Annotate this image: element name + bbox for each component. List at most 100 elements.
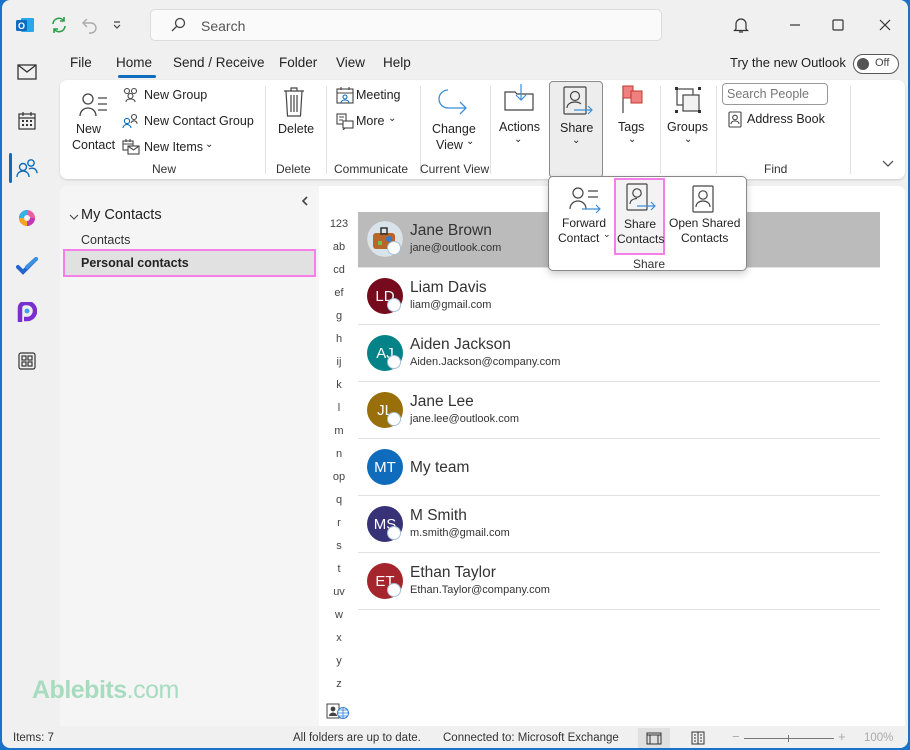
- people-icon[interactable]: [14, 155, 40, 181]
- contact-card[interactable]: ET Ethan Taylor Ethan.Taylor@company.com: [358, 554, 880, 610]
- delete-button[interactable]: Delete: [272, 86, 318, 156]
- contact-email: liam@gmail.com: [410, 299, 492, 311]
- index-letter[interactable]: uv: [319, 586, 359, 598]
- normal-view-button[interactable]: [638, 728, 670, 748]
- index-letter[interactable]: z: [319, 678, 359, 690]
- todo-icon[interactable]: [14, 253, 40, 279]
- zoom-slider[interactable]: − +: [732, 729, 847, 746]
- tab-file[interactable]: File: [70, 55, 92, 70]
- try-new-outlook-toggle[interactable]: Off: [853, 54, 899, 74]
- item-count: Items: 7: [13, 732, 54, 744]
- index-letter[interactable]: l: [319, 402, 359, 414]
- index-letter[interactable]: w: [319, 609, 359, 621]
- title-bar: O Search: [2, 0, 908, 50]
- new-contact-button[interactable]: New Contact: [66, 88, 122, 156]
- groups-button[interactable]: Groups ⌄: [664, 84, 714, 156]
- close-button[interactable]: [874, 14, 896, 36]
- contact-email: jane.lee@outlook.com: [410, 413, 520, 425]
- tab-help[interactable]: Help: [383, 55, 411, 70]
- meeting-button[interactable]: Meeting: [334, 86, 414, 106]
- contact-card[interactable]: JL Jane Lee jane.lee@outlook.com: [358, 383, 880, 439]
- zoom-in-icon[interactable]: +: [838, 729, 846, 744]
- more-apps-icon[interactable]: [14, 348, 40, 374]
- zoom-out-icon[interactable]: −: [732, 729, 740, 744]
- index-letter[interactable]: y: [319, 655, 359, 667]
- change-view-label-2: View: [436, 138, 463, 152]
- index-letter[interactable]: k: [319, 379, 359, 391]
- loop-icon[interactable]: [14, 300, 40, 326]
- index-letter[interactable]: op: [319, 471, 359, 483]
- address-book-button[interactable]: Address Book: [726, 110, 836, 130]
- index-letter[interactable]: cd: [319, 264, 359, 276]
- forward-contact-chevron-icon: ⌄: [603, 229, 611, 239]
- quick-access-dropdown-icon[interactable]: [108, 14, 126, 36]
- contact-card[interactable]: LD Liam Davis liam@gmail.com: [358, 269, 880, 325]
- search-box[interactable]: Search: [150, 9, 662, 41]
- ribbon: New Contact New Group New Contact Group …: [60, 80, 905, 179]
- share-button[interactable]: Share ⌄: [549, 81, 603, 178]
- index-letter[interactable]: ef: [319, 287, 359, 299]
- online-directory-icon[interactable]: [326, 703, 350, 719]
- tab-view[interactable]: View: [336, 55, 365, 70]
- index-letter[interactable]: 123: [319, 218, 359, 230]
- my-contacts-section[interactable]: My Contacts: [68, 206, 268, 228]
- new-group-button[interactable]: New Group: [122, 86, 262, 106]
- minimize-button[interactable]: [784, 14, 806, 36]
- tags-button[interactable]: Tags ⌄: [612, 84, 656, 156]
- collapse-ribbon-icon[interactable]: [878, 154, 898, 174]
- contact-card[interactable]: AJ Aiden Jackson Aiden.Jackson@company.com: [358, 326, 880, 382]
- mail-icon[interactable]: [14, 59, 40, 85]
- copilot-icon[interactable]: [14, 205, 40, 231]
- forward-contact-button[interactable]: Forward Contact ⌄: [553, 183, 615, 247]
- share-label: Share: [560, 121, 594, 135]
- presence-status-icon: [387, 355, 401, 369]
- undo-icon[interactable]: [78, 13, 102, 37]
- maximize-button[interactable]: [827, 14, 849, 36]
- share-contacts-label-2: Contacts: [617, 232, 665, 246]
- more-button[interactable]: More ⌄: [334, 112, 414, 132]
- group-label-current-view: Current View: [420, 162, 490, 176]
- share-dropdown-menu: Forward Contact ⌄ Share Contacts Open Sh…: [548, 176, 747, 271]
- contact-card[interactable]: MS M Smith m.smith@gmail.com: [358, 497, 880, 553]
- index-letter[interactable]: ab: [319, 241, 359, 253]
- search-people-input[interactable]: Search People: [722, 83, 828, 105]
- nav-item-contacts[interactable]: Contacts: [80, 232, 300, 250]
- index-letter[interactable]: g: [319, 310, 359, 322]
- index-letter[interactable]: x: [319, 632, 359, 644]
- notification-bell-icon[interactable]: [730, 14, 752, 36]
- sync-icon[interactable]: [47, 13, 71, 37]
- collapse-pane-icon[interactable]: [298, 194, 312, 208]
- presence-status-icon: [387, 526, 401, 540]
- tab-home[interactable]: Home: [116, 55, 152, 70]
- index-letter[interactable]: ij: [319, 356, 359, 368]
- contact-name: M Smith: [410, 507, 467, 524]
- tab-folder[interactable]: Folder: [279, 55, 317, 70]
- actions-chevron-icon: ⌄: [514, 134, 523, 145]
- groups-chevron-icon: ⌄: [684, 134, 693, 145]
- index-letter[interactable]: s: [319, 540, 359, 552]
- index-letter[interactable]: h: [319, 333, 359, 345]
- contact-card[interactable]: MT My team: [358, 440, 880, 496]
- index-letter[interactable]: r: [319, 517, 359, 529]
- new-items-button[interactable]: New Items ⌄: [122, 138, 262, 158]
- contact-email: jane@outlook.com: [410, 242, 502, 254]
- calendar-icon[interactable]: [14, 108, 40, 134]
- index-letter[interactable]: m: [319, 425, 359, 437]
- index-letter[interactable]: t: [319, 563, 359, 575]
- actions-button[interactable]: Actions ⌄: [494, 84, 544, 156]
- nav-item-personal-contacts[interactable]: Personal contacts: [63, 249, 316, 277]
- presence-status-icon: [387, 583, 401, 597]
- tab-send-receive[interactable]: Send / Receive: [173, 55, 265, 70]
- open-shared-contacts-label-1: Open Shared: [669, 216, 741, 230]
- contact-email: Ethan.Taylor@company.com: [410, 584, 550, 596]
- contact-name: Liam Davis: [410, 279, 487, 296]
- reading-view-button[interactable]: [682, 728, 714, 748]
- zoom-thumb[interactable]: [788, 735, 789, 742]
- new-contact-group-button[interactable]: New Contact Group: [122, 112, 262, 132]
- change-view-button[interactable]: Change View ⌄: [426, 86, 486, 156]
- groups-label: Groups: [667, 120, 708, 134]
- index-letter[interactable]: n: [319, 448, 359, 460]
- share-contacts-button[interactable]: Share Contacts: [614, 178, 665, 255]
- index-letter[interactable]: q: [319, 494, 359, 506]
- open-shared-contacts-button[interactable]: Open Shared Contacts: [667, 183, 743, 247]
